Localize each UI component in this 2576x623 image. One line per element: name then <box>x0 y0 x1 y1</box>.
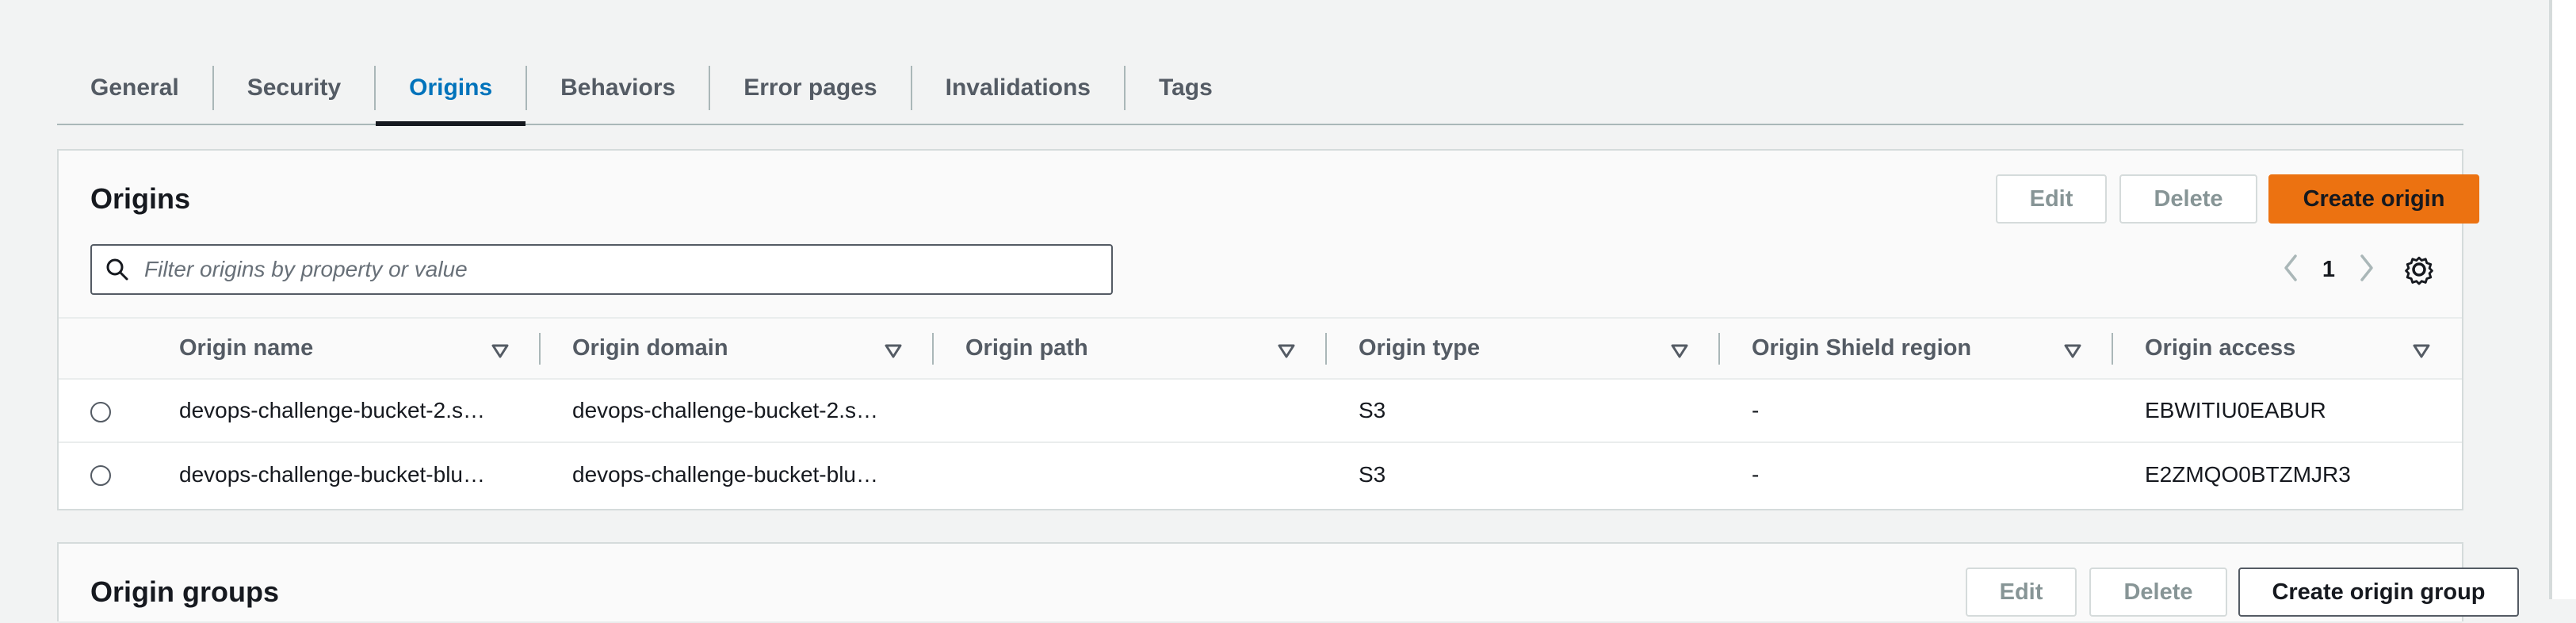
gear-icon[interactable] <box>2400 250 2438 292</box>
row-select-cell <box>59 441 147 506</box>
column-header-label: Origin name <box>179 335 314 361</box>
cell-origin-name: devops-challenge-bucket-blu… <box>147 441 541 506</box>
scrollbar-track[interactable] <box>2549 0 2576 599</box>
origin-groups-title: Origin groups <box>90 575 279 608</box>
column-header-origin-domain[interactable]: Origin domain <box>541 319 934 380</box>
next-page-icon[interactable] <box>2359 254 2375 286</box>
column-header-label: Origin type <box>1359 335 1481 361</box>
origins-header: Origins Edit Delete Create origin 1 <box>59 151 2479 319</box>
tab-general[interactable]: General <box>57 52 212 124</box>
cell-origin-domain: devops-challenge-bucket-blu… <box>541 441 934 506</box>
search-field[interactable] <box>90 244 1113 295</box>
origins-panel: Origins Edit Delete Create origin 1 <box>57 149 2479 510</box>
edit-group-button[interactable]: Edit <box>1966 568 2077 617</box>
cell-origin-path <box>934 441 1327 506</box>
cell-origin-type: S3 <box>1359 398 1386 422</box>
cell-origin-domain: devops-challenge-bucket-2.s… <box>572 398 878 422</box>
sort-down-icon[interactable] <box>885 339 902 365</box>
cell-origin-shield-region: - <box>1720 441 2113 506</box>
origins-table: Origin name Origin domain Origin path Or… <box>59 319 2462 506</box>
select-column-header <box>59 319 147 380</box>
delete-button[interactable]: Delete <box>2119 174 2257 224</box>
column-header-label: Origin Shield region <box>1752 335 1972 361</box>
sort-down-icon[interactable] <box>2064 339 2081 365</box>
cell-origin-name: devops-challenge-bucket-2.s… <box>179 398 485 422</box>
delete-group-button[interactable]: Delete <box>2089 568 2227 617</box>
origin-groups-panel: Origin groups Edit Delete Create origin … <box>57 542 2519 623</box>
previous-page-icon[interactable] <box>2283 254 2299 286</box>
column-header-origin-type[interactable]: Origin type <box>1327 319 1720 380</box>
column-header-origin-path[interactable]: Origin path <box>934 319 1327 380</box>
row-select-cell <box>59 379 147 442</box>
cell-origin-access: EBWITIU0EABUR <box>2145 398 2326 422</box>
tab-label: Behaviors <box>560 75 676 101</box>
tab-label: Invalidations <box>945 75 1091 101</box>
tab-security[interactable]: Security <box>214 52 374 124</box>
tab-tags[interactable]: Tags <box>1126 52 1246 124</box>
cell-origin-type: S3 <box>1327 441 1720 506</box>
row-radio-button[interactable] <box>90 401 111 422</box>
column-header-origin-name[interactable]: Origin name <box>147 319 541 380</box>
row-radio-button[interactable] <box>90 465 111 487</box>
current-page-number[interactable]: 1 <box>2322 257 2335 283</box>
search-input[interactable] <box>143 256 1111 283</box>
cell-origin-path <box>934 379 1327 442</box>
table-row[interactable]: devops-challenge-bucket-2.s… devops-chal… <box>59 379 2462 442</box>
create-origin-group-button[interactable]: Create origin group <box>2238 568 2519 617</box>
sort-down-icon[interactable] <box>1278 339 1295 365</box>
tab-behaviors[interactable]: Behaviors <box>527 52 709 124</box>
tab-bar: General Security Origins Behaviors Error… <box>57 52 2463 126</box>
tab-origins[interactable]: Origins <box>376 52 526 126</box>
column-header-label: Origin access <box>2145 335 2296 361</box>
table-header-row: Origin name Origin domain Origin path Or… <box>59 319 2462 380</box>
edit-button[interactable]: Edit <box>1996 174 2107 224</box>
tab-label: Origins <box>409 75 493 101</box>
origins-title: Origins <box>90 182 191 215</box>
column-header-origin-shield-region[interactable]: Origin Shield region <box>1720 319 2113 380</box>
tab-label: Error pages <box>743 75 877 101</box>
sort-down-icon[interactable] <box>1671 339 1688 365</box>
origin-groups-header: Origin groups Edit Delete Create origin … <box>59 544 2519 623</box>
column-header-label: Origin path <box>965 335 1088 361</box>
tab-error-pages[interactable]: Error pages <box>710 52 910 124</box>
tab-label: Security <box>247 75 342 101</box>
cell-origin-access: E2ZMQO0BTZMJR3 <box>2113 441 2462 506</box>
sort-down-icon[interactable] <box>491 339 509 365</box>
table-row[interactable]: devops-challenge-bucket-blu… devops-chal… <box>59 441 2462 506</box>
tab-label: General <box>90 75 179 101</box>
tab-invalidations[interactable]: Invalidations <box>912 52 1124 124</box>
tab-label: Tags <box>1159 75 1213 101</box>
sort-down-icon[interactable] <box>2413 339 2430 365</box>
create-origin-button[interactable]: Create origin <box>2268 174 2479 224</box>
cell-origin-shield-region: - <box>1752 398 1760 422</box>
search-icon <box>92 258 143 281</box>
column-header-origin-access[interactable]: Origin access <box>2113 319 2462 380</box>
pagination: 1 <box>2283 244 2375 295</box>
column-header-label: Origin domain <box>572 335 728 361</box>
